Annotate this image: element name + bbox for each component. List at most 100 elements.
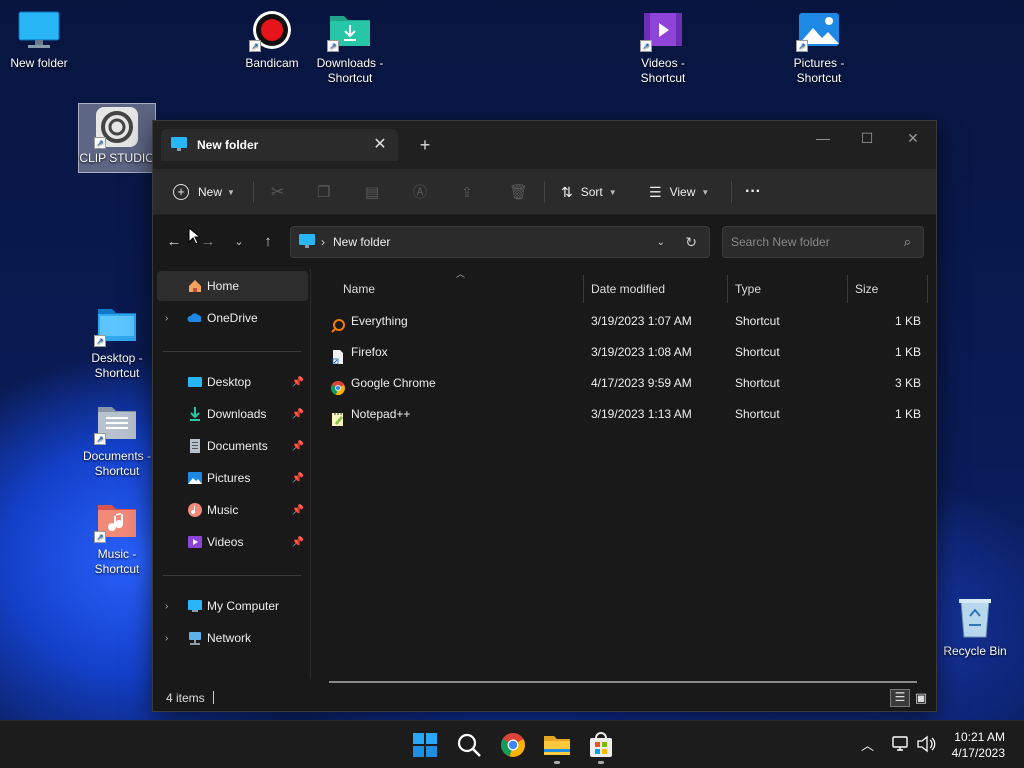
- everything-icon: [331, 314, 345, 333]
- new-button-label: New: [198, 185, 223, 199]
- sidebar-item-downloads[interactable]: Downloads 📌: [157, 399, 308, 429]
- view-button[interactable]: ☰ View ▼: [649, 179, 709, 205]
- chevron-right-icon[interactable]: ›: [165, 601, 168, 612]
- maximize-button[interactable]: ☐: [845, 127, 889, 151]
- network-status-icon[interactable]: [891, 735, 909, 768]
- desktop-icon-desktop-shortcut[interactable]: ↗ Desktop - Shortcut: [78, 305, 156, 381]
- delete-button[interactable]: 🗑: [509, 179, 528, 205]
- paste-button[interactable]: ▤: [365, 179, 379, 205]
- desktop-icon-pictures-shortcut[interactable]: ↗ Pictures - Shortcut: [780, 10, 858, 86]
- sidebar-item-documents[interactable]: Documents 📌: [157, 431, 308, 461]
- column-header-date[interactable]: Date modified: [591, 275, 727, 303]
- sidebar-item-onedrive[interactable]: › OneDrive: [157, 303, 308, 333]
- record-icon: ↗: [249, 10, 295, 52]
- column-divider[interactable]: [727, 275, 728, 303]
- trash-icon: 🗑: [509, 184, 529, 201]
- desktop-icon-documents-shortcut[interactable]: ↗ Documents - Shortcut: [78, 403, 156, 479]
- sort-button[interactable]: ⇅ Sort ▼: [561, 179, 617, 205]
- cut-button[interactable]: ✂: [271, 179, 284, 205]
- up-arrow-icon[interactable]: ↑: [257, 231, 279, 253]
- copy-button[interactable]: ❐: [317, 179, 330, 205]
- sort-icon: ⇅: [561, 183, 573, 200]
- chevron-down-icon: ▼: [608, 187, 617, 197]
- volume-icon[interactable]: [916, 735, 936, 768]
- search-icon[interactable]: [454, 730, 484, 760]
- rename-button[interactable]: Ⓐ: [413, 179, 427, 205]
- share-icon: ⇪: [461, 183, 473, 200]
- desktop-icon-clip-studio[interactable]: ↗ CLIP STUDIO: [78, 103, 156, 173]
- sidebar-divider: [163, 351, 301, 352]
- start-icon[interactable]: [410, 730, 440, 760]
- file-name: Everything: [351, 314, 408, 328]
- refresh-icon[interactable]: ↻: [685, 234, 697, 251]
- file-explorer-window: New folder ✕ + — ☐ ✕ + New ▼ ✂ ❐ ▤ Ⓐ ⇪ 🗑…: [152, 120, 937, 712]
- sidebar-item-my-computer[interactable]: › My Computer: [157, 591, 308, 621]
- share-button[interactable]: ⇪: [461, 179, 473, 205]
- file-row[interactable]: Google Chrome 4/17/2023 9:59 AM Shortcut…: [327, 368, 927, 398]
- column-divider[interactable]: [847, 275, 848, 303]
- search-placeholder: Search New folder: [731, 235, 830, 249]
- close-window-button[interactable]: ✕: [891, 127, 935, 151]
- sidebar-item-home[interactable]: Home: [157, 271, 308, 301]
- scissors-icon: ✂: [271, 184, 285, 201]
- sidebar-item-label: Downloads: [207, 407, 267, 421]
- new-button[interactable]: + New ▼: [173, 179, 235, 205]
- file-size: 1 KB: [894, 345, 921, 359]
- address-bar[interactable]: › New folder ⌄ ↻: [290, 226, 710, 258]
- more-options-button[interactable]: ···: [745, 179, 761, 205]
- file-explorer-icon[interactable]: [542, 730, 572, 764]
- column-header-type[interactable]: Type: [735, 275, 847, 303]
- chrome-icon[interactable]: [498, 730, 528, 760]
- recycle-bin-icon: [952, 598, 998, 638]
- sidebar-item-videos[interactable]: Videos 📌: [157, 527, 308, 557]
- column-header-size[interactable]: Size: [855, 275, 925, 303]
- address-dropdown-icon[interactable]: ⌄: [657, 237, 665, 248]
- column-header-name[interactable]: Name: [343, 275, 583, 303]
- tab-title: New folder: [197, 138, 259, 152]
- toolbar-divider: [731, 181, 732, 203]
- plus-circle-icon: +: [173, 184, 189, 200]
- toolbar-divider: [253, 181, 254, 203]
- sidebar-item-pictures[interactable]: Pictures 📌: [157, 463, 308, 493]
- search-input[interactable]: Search New folder ⌕: [722, 226, 924, 258]
- sidebar-item-desktop[interactable]: Desktop 📌: [157, 367, 308, 397]
- new-tab-button[interactable]: +: [415, 135, 435, 155]
- column-divider[interactable]: [583, 275, 584, 303]
- horizontal-scrollbar[interactable]: [329, 681, 917, 683]
- sidebar-item-network[interactable]: › Network: [157, 623, 308, 653]
- store-icon[interactable]: [586, 730, 616, 764]
- desktop-icon-label: Videos - Shortcut: [640, 56, 686, 85]
- show-hidden-icons-chevron-icon[interactable]: ︿: [861, 735, 874, 768]
- desktop-icon-downloads-shortcut[interactable]: ↗ Downloads - Shortcut: [311, 10, 389, 86]
- back-arrow-icon[interactable]: ←: [163, 231, 185, 253]
- chevron-down-icon: ▼: [701, 187, 710, 197]
- chevron-right-icon[interactable]: ›: [165, 633, 168, 644]
- desktop-icon-bandicam[interactable]: ↗ Bandicam: [233, 10, 311, 71]
- shortcut-arrow-icon: ↗: [327, 40, 339, 52]
- chevron-right-icon[interactable]: ›: [165, 313, 168, 324]
- details-view-icon[interactable]: ☰: [890, 689, 910, 707]
- desktop-icon-music-shortcut[interactable]: ↗ Music - Shortcut: [78, 501, 156, 577]
- desktop-icon-videos-shortcut[interactable]: ↗ Videos - Shortcut: [624, 10, 702, 86]
- close-tab-icon[interactable]: ✕: [370, 135, 390, 155]
- sidebar-item-label: Music: [207, 503, 239, 517]
- active-app-indicator: [554, 761, 560, 764]
- rename-icon: Ⓐ: [413, 184, 427, 200]
- tab-new-folder[interactable]: New folder ✕: [161, 129, 398, 161]
- minimize-button[interactable]: —: [801, 127, 845, 151]
- chrome-icon: [331, 376, 345, 396]
- system-clock[interactable]: 10:21 AM 4/17/2023: [952, 729, 1005, 761]
- file-row[interactable]: Notepad++ 3/19/2023 1:13 AM Shortcut 1 K…: [327, 399, 927, 429]
- recent-locations-chevron-icon[interactable]: ⌄: [228, 231, 250, 253]
- sidebar-item-music[interactable]: Music 📌: [157, 495, 308, 525]
- tiles-view-icon[interactable]: ▣: [912, 689, 930, 707]
- file-row[interactable]: Everything 3/19/2023 1:07 AM Shortcut 1 …: [327, 306, 927, 336]
- desktop-icon-recycle-bin[interactable]: Recycle Bin: [936, 598, 1014, 659]
- breadcrumb-current[interactable]: New folder: [333, 235, 390, 249]
- column-divider[interactable]: [927, 275, 928, 303]
- desktop-icon-new-folder[interactable]: New folder: [0, 10, 78, 71]
- shortcut-arrow-icon: ↗: [94, 335, 106, 347]
- file-row[interactable]: Firefox 3/19/2023 1:08 AM Shortcut 1 KB: [327, 337, 927, 367]
- forward-arrow-icon[interactable]: →: [197, 231, 219, 253]
- file-date: 3/19/2023 1:08 AM: [591, 345, 692, 359]
